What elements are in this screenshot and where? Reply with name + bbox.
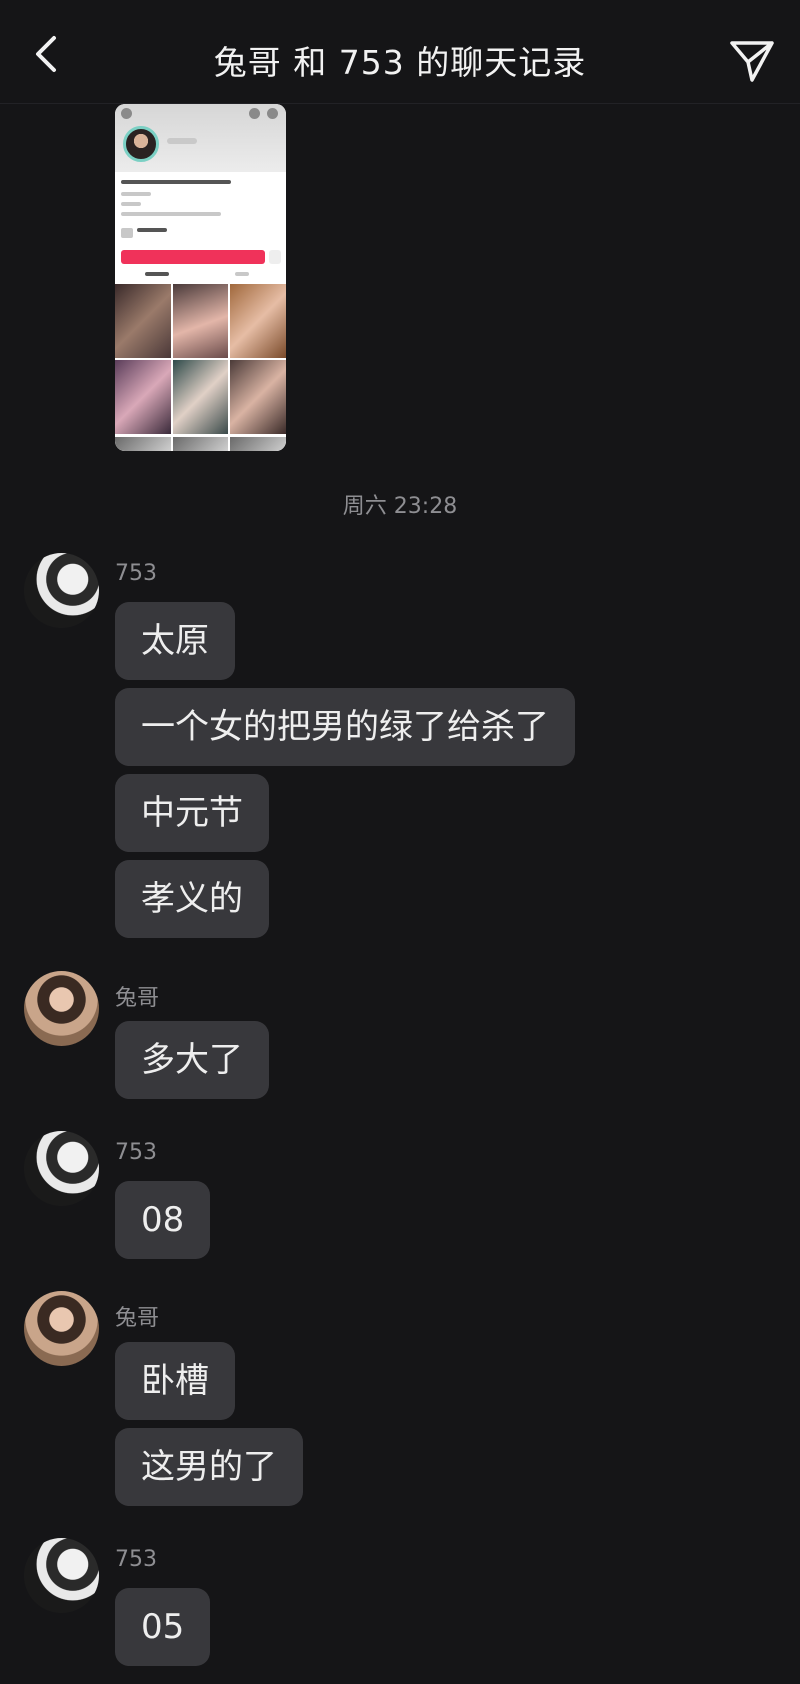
page-title: 兔哥 和 753 的聊天记录 xyxy=(213,43,587,82)
sender-name: 兔哥 xyxy=(115,1306,160,1331)
video-thumbnail xyxy=(172,284,229,358)
shop-icon xyxy=(121,228,133,238)
share-button[interactable] xyxy=(728,38,776,84)
follow-button-image xyxy=(121,250,265,264)
message-bubble[interactable]: 太原 xyxy=(115,602,235,680)
avatar[interactable] xyxy=(24,1538,99,1613)
shop-line xyxy=(137,228,167,232)
shared-image-message[interactable] xyxy=(115,104,286,451)
avatar[interactable] xyxy=(24,971,99,1046)
message-bubble[interactable]: 多大了 xyxy=(115,1021,269,1099)
tab-line xyxy=(145,272,169,276)
video-thumbnail xyxy=(172,436,229,451)
avatar[interactable] xyxy=(24,553,99,628)
bio-line xyxy=(121,212,221,216)
bio-line xyxy=(121,192,151,196)
message-bubble[interactable]: 中元节 xyxy=(115,774,269,852)
video-thumbnail xyxy=(230,360,286,435)
back-dot-icon xyxy=(121,108,132,119)
dropdown-image xyxy=(269,250,281,264)
message-bubble[interactable]: 05 xyxy=(115,1588,211,1666)
stats-line xyxy=(121,180,231,184)
video-thumbnail xyxy=(115,284,171,358)
bio-line xyxy=(121,202,141,206)
search-dot-icon xyxy=(249,108,260,119)
video-thumbnail xyxy=(230,284,286,358)
avatar[interactable] xyxy=(24,1291,99,1366)
message-timestamp: 周六 23:28 xyxy=(342,494,458,519)
profile-avatar-image xyxy=(123,126,159,162)
video-thumbnail xyxy=(115,436,171,451)
menu-dot-icon xyxy=(267,108,278,119)
tab-line xyxy=(235,272,249,276)
profile-name-placeholder xyxy=(167,138,197,144)
avatar[interactable] xyxy=(24,1131,99,1206)
message-bubble[interactable]: 卧槽 xyxy=(115,1342,235,1420)
video-thumbnail xyxy=(230,436,286,451)
sender-name: 兔哥 xyxy=(115,986,160,1011)
sender-name: 753 xyxy=(115,561,157,586)
chat-history-screen: 兔哥 和 753 的聊天记录 周六 23:28 753 太原 一个女的把男的绿了… xyxy=(0,0,800,1684)
video-thumbnail xyxy=(115,360,171,435)
video-grid xyxy=(115,284,286,451)
message-bubble[interactable]: 08 xyxy=(115,1181,211,1259)
send-icon xyxy=(730,41,774,82)
top-bar: 兔哥 和 753 的聊天记录 xyxy=(0,0,800,104)
sender-name: 753 xyxy=(115,1140,157,1165)
video-thumbnail xyxy=(172,360,229,435)
message-bubble[interactable]: 一个女的把男的绿了给杀了 xyxy=(115,688,575,766)
sender-name: 753 xyxy=(115,1547,157,1572)
message-bubble[interactable]: 孝义的 xyxy=(115,860,269,938)
message-bubble[interactable]: 这男的了 xyxy=(115,1428,303,1506)
